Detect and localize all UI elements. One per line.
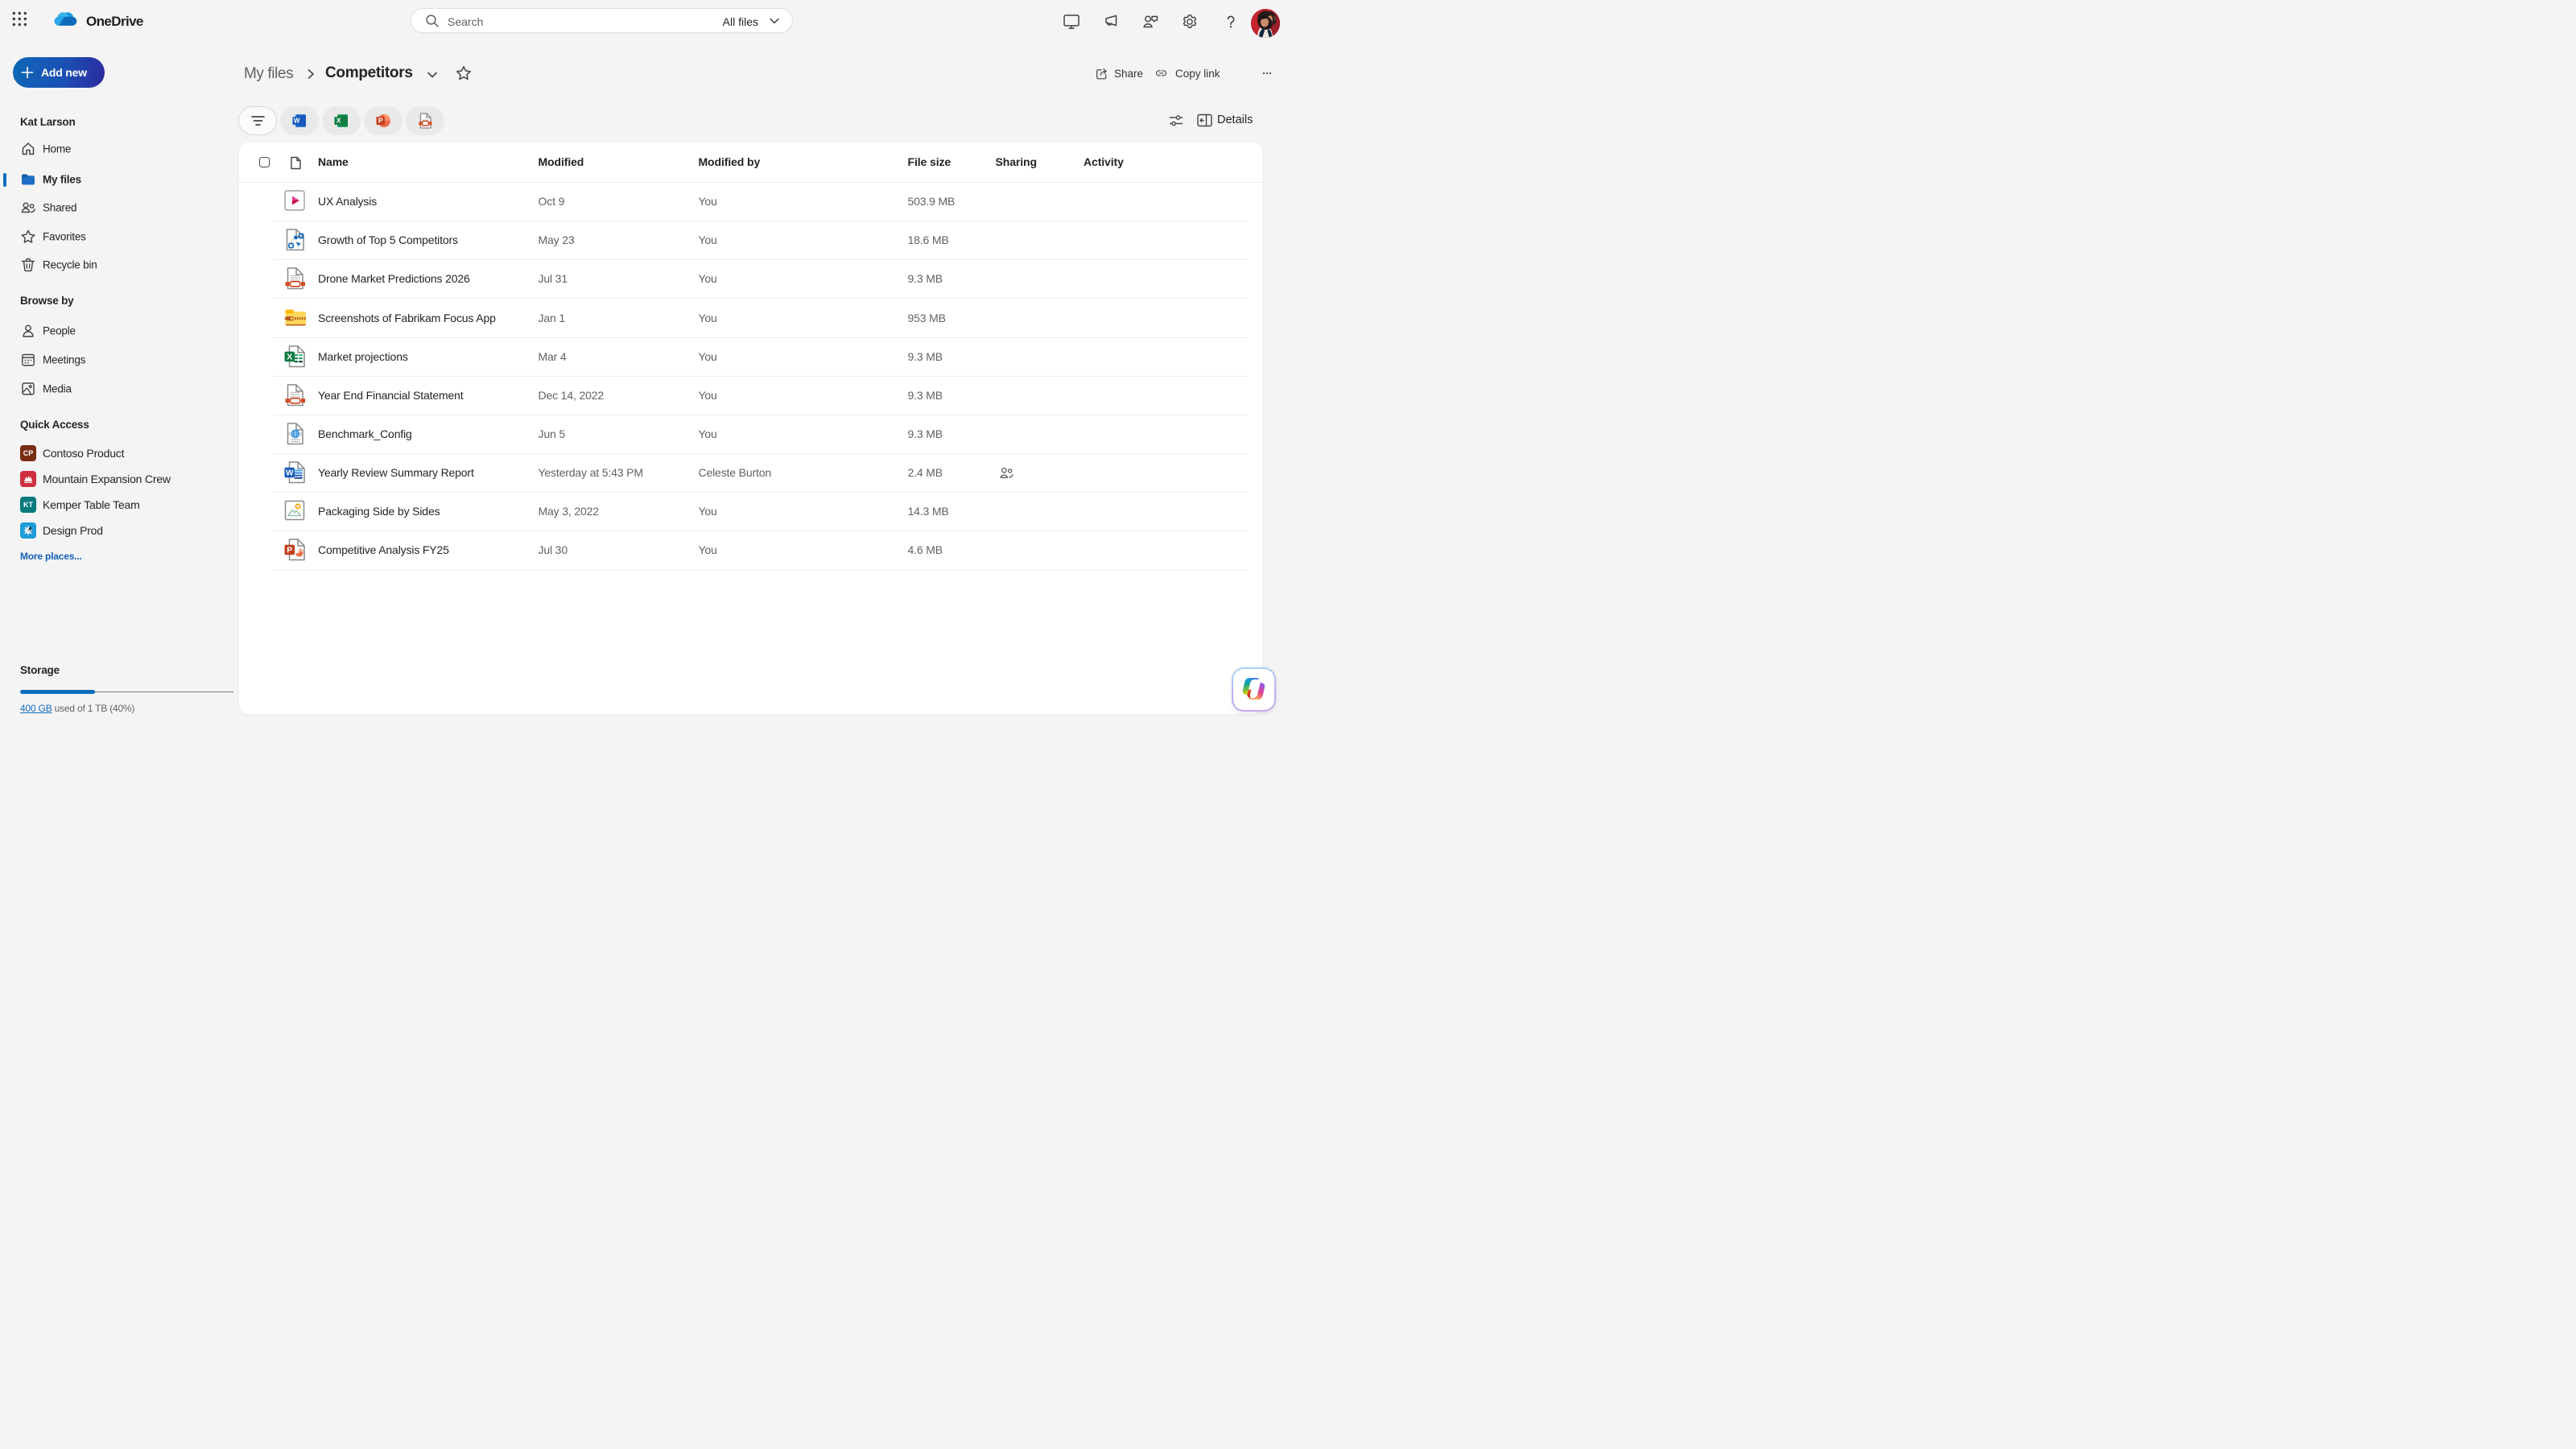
- svg-text:X: X: [336, 117, 341, 125]
- svg-text:W: W: [294, 118, 300, 125]
- svg-text:P: P: [378, 117, 383, 125]
